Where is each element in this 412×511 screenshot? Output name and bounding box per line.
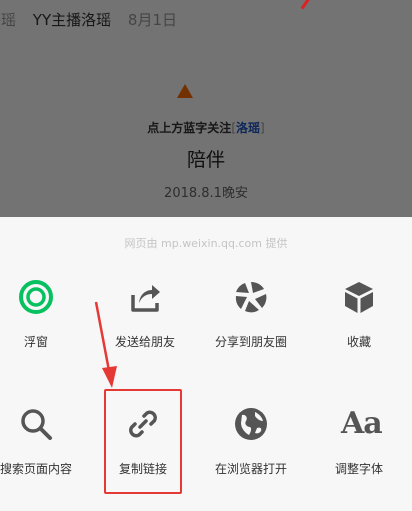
adjust-font-label: 调整字体 bbox=[334, 462, 383, 476]
author-link[interactable]: YY主播洛瑶 bbox=[33, 11, 111, 29]
share-to-friend-icon bbox=[131, 285, 160, 312]
adjust-font-button[interactable]: Aa 调整字体 bbox=[304, 406, 412, 496]
share-moments-label: 分享到朋友圈 bbox=[214, 335, 287, 349]
search-page-button[interactable]: 搜索页面内容 bbox=[0, 406, 91, 496]
font-size-icon: Aa bbox=[341, 406, 383, 441]
share-moments-button[interactable]: 分享到朋友圈 bbox=[196, 279, 306, 369]
favorite-label: 收藏 bbox=[346, 335, 371, 349]
follow-prompt: 点上方蓝字关注[洛瑶] bbox=[147, 121, 265, 135]
share-sheet: 网页由 mp.weixin.qq.com 提供 浮窗 发送给朋友 分享到朋友圈 bbox=[0, 217, 412, 511]
annotation-arrow-icon bbox=[94, 301, 117, 388]
moments-icon bbox=[235, 281, 267, 313]
up-triangle-icon bbox=[177, 84, 193, 98]
favorite-button[interactable]: 收藏 bbox=[304, 279, 412, 369]
provider-note: 网页由 mp.weixin.qq.com 提供 bbox=[124, 237, 288, 250]
float-window-button[interactable]: 浮窗 bbox=[0, 279, 91, 369]
source-name: 洛瑶 bbox=[0, 11, 17, 29]
float-window-label: 浮窗 bbox=[23, 335, 48, 349]
article-headline: 陪伴 bbox=[186, 149, 225, 171]
browser-globe-icon bbox=[235, 408, 267, 440]
float-window-icon bbox=[19, 280, 53, 314]
favorite-cube-icon bbox=[345, 282, 373, 313]
publish-date: 8月1日 bbox=[127, 11, 177, 29]
search-icon bbox=[21, 409, 52, 440]
link-icon bbox=[129, 410, 157, 438]
search-page-label: 搜索页面内容 bbox=[0, 462, 72, 476]
article-signature: 2018.8.1晚安 bbox=[164, 186, 248, 201]
copy-link-label: 复制链接 bbox=[118, 462, 167, 476]
open-in-browser-button[interactable]: 在浏览器打开 bbox=[196, 406, 306, 496]
article-background: 洛瑶 YY主播洛瑶 8月1日 点上方蓝字关注[洛瑶] 陪伴 2018.8.1晚安 bbox=[0, 0, 412, 217]
follow-name[interactable]: 洛瑶 bbox=[236, 121, 260, 135]
open-in-browser-label: 在浏览器打开 bbox=[214, 462, 287, 476]
copy-link-button[interactable]: 复制链接 bbox=[88, 406, 198, 496]
article-meta: 洛瑶 YY主播洛瑶 8月1日 bbox=[0, 9, 189, 30]
